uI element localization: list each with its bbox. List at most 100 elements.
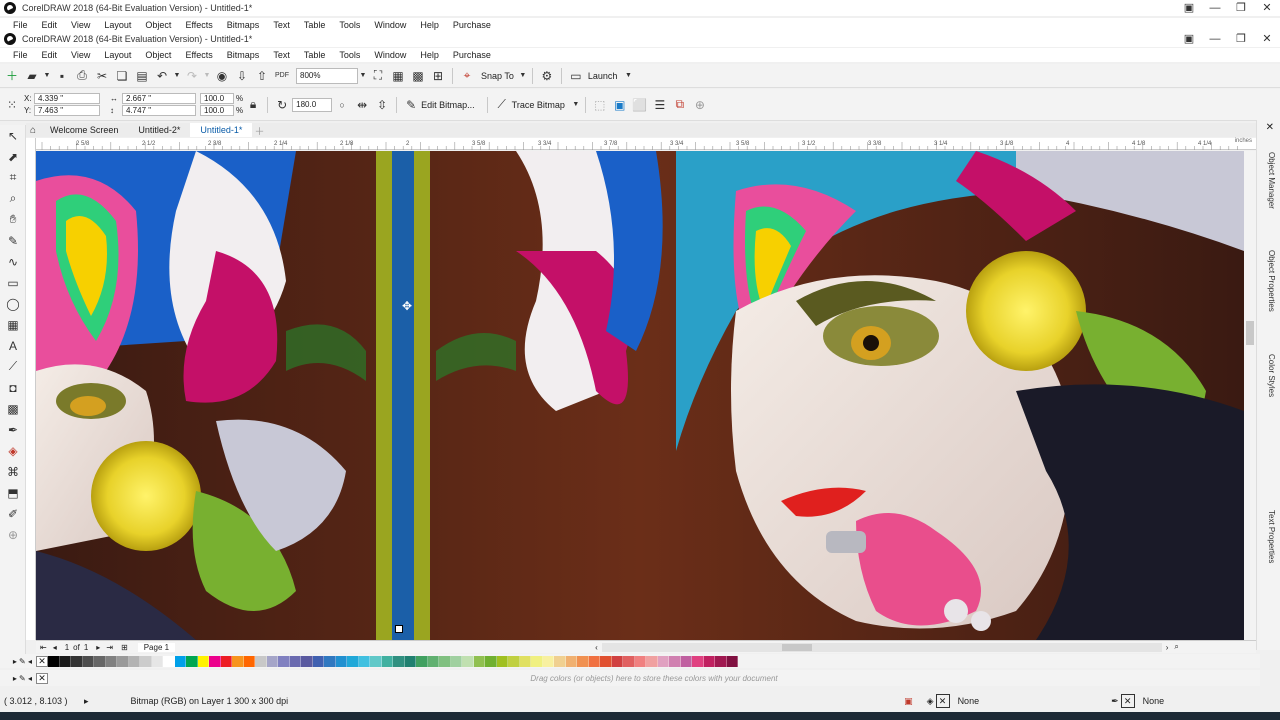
new-document-icon[interactable]: ＋ bbox=[2, 66, 22, 86]
copy-icon[interactable]: ❏ bbox=[112, 66, 132, 86]
text-tool-icon[interactable]: A bbox=[0, 335, 26, 356]
inner-menu-layout[interactable]: Layout bbox=[97, 50, 138, 60]
snap-to-button[interactable]: Snap To bbox=[481, 71, 514, 81]
wrap-text-icon[interactable]: ☰ bbox=[650, 95, 670, 115]
palette-scroll-icon[interactable]: ▸ ✎ ◂ bbox=[0, 657, 36, 666]
ellipse-tool-icon[interactable]: ◯ bbox=[0, 293, 26, 314]
inner-menu-view[interactable]: View bbox=[64, 50, 97, 60]
mirror-vertical-icon[interactable]: ⇳ bbox=[372, 95, 392, 115]
color-swatch[interactable] bbox=[588, 655, 600, 667]
color-swatch[interactable] bbox=[82, 655, 94, 667]
color-swatch[interactable] bbox=[416, 655, 428, 667]
redo-icon[interactable]: ↷ bbox=[182, 66, 202, 86]
color-swatch[interactable] bbox=[94, 655, 106, 667]
minimize-button[interactable]: — bbox=[1202, 0, 1228, 16]
page-tab[interactable]: Page 1 bbox=[137, 642, 176, 652]
mirror-horizontal-icon[interactable]: ⇹ bbox=[352, 95, 372, 115]
help-panel-icon[interactable]: ▣ bbox=[1176, 0, 1202, 16]
parallel-dimension-icon[interactable]: ⟋ bbox=[0, 356, 26, 377]
print-icon[interactable]: ⎙ bbox=[72, 66, 92, 86]
outer-menu-file[interactable]: File bbox=[6, 20, 35, 30]
color-swatch[interactable] bbox=[692, 655, 704, 667]
undo-icon[interactable]: ↶ bbox=[152, 66, 172, 86]
outer-menu-text[interactable]: Text bbox=[266, 20, 297, 30]
search-content-icon[interactable]: ◉ bbox=[212, 66, 232, 86]
inner-menu-purchase[interactable]: Purchase bbox=[446, 50, 498, 60]
color-swatch[interactable] bbox=[105, 655, 117, 667]
color-proof-icon[interactable]: ▣ bbox=[904, 696, 913, 707]
color-swatch[interactable] bbox=[611, 655, 623, 667]
outer-menu-purchase[interactable]: Purchase bbox=[446, 20, 498, 30]
x-position-field[interactable]: 4.339 " bbox=[34, 93, 100, 104]
rectangle-tool-icon[interactable]: ▭ bbox=[0, 272, 26, 293]
status-arrow-icon[interactable]: ▸ bbox=[84, 696, 89, 707]
color-swatch[interactable] bbox=[232, 655, 244, 667]
color-swatch[interactable] bbox=[324, 655, 336, 667]
add-page-icon[interactable]: ⊞ bbox=[121, 643, 128, 652]
outer-menu-edit[interactable]: Edit bbox=[35, 20, 65, 30]
no-color-swatch[interactable]: ✕ bbox=[36, 672, 48, 684]
inner-menu-edit[interactable]: Edit bbox=[35, 50, 65, 60]
save-icon[interactable]: ▪ bbox=[52, 66, 72, 86]
publish-pdf-icon[interactable]: PDF bbox=[272, 66, 292, 86]
edit-bitmap-button[interactable]: Edit Bitmap... bbox=[421, 100, 475, 110]
trace-bitmap-button[interactable]: Trace Bitmap bbox=[512, 100, 565, 110]
export-icon[interactable]: ⇧ bbox=[252, 66, 272, 86]
object-origin-icon[interactable]: ⁙ bbox=[2, 95, 22, 115]
close-docker-icon[interactable]: ✕ bbox=[1266, 122, 1274, 133]
options-gear-icon[interactable]: ⚙ bbox=[537, 66, 557, 86]
color-swatch[interactable] bbox=[600, 655, 612, 667]
restore-button[interactable]: ❐ bbox=[1228, 31, 1254, 47]
color-swatch[interactable] bbox=[404, 655, 416, 667]
add-tool-icon[interactable]: ⊕ bbox=[0, 524, 26, 545]
zoom-to-fit-icon[interactable]: ⌕ bbox=[1174, 642, 1178, 652]
color-swatch[interactable] bbox=[623, 655, 635, 667]
inner-menu-object[interactable]: Object bbox=[138, 50, 178, 60]
pan-tool-icon[interactable]: ✋︎ bbox=[0, 209, 26, 230]
show-grid-icon[interactable]: ▩ bbox=[408, 66, 428, 86]
color-swatch[interactable] bbox=[496, 655, 508, 667]
launch-icon[interactable]: ▭ bbox=[566, 66, 586, 86]
color-swatch[interactable] bbox=[243, 655, 255, 667]
inner-menu-table[interactable]: Table bbox=[297, 50, 333, 60]
eyedropper-icon[interactable]: ✒ bbox=[0, 419, 26, 440]
launch-button[interactable]: Launch bbox=[588, 71, 618, 81]
color-swatch[interactable] bbox=[657, 655, 669, 667]
rotation-angle-field[interactable]: 180.0 bbox=[292, 97, 333, 112]
color-swatch[interactable] bbox=[381, 655, 393, 667]
artistic-media-icon[interactable]: ∿ bbox=[0, 251, 26, 272]
color-swatch[interactable] bbox=[163, 655, 175, 667]
dock-tab-color-styles[interactable]: Color Styles bbox=[1267, 354, 1276, 397]
close-button[interactable]: ✕ bbox=[1254, 31, 1280, 47]
color-swatch[interactable] bbox=[473, 655, 485, 667]
inner-menu-file[interactable]: File bbox=[6, 50, 35, 60]
add-icon[interactable]: ⊕ bbox=[690, 95, 710, 115]
first-page-icon[interactable]: ⇤ bbox=[40, 643, 47, 652]
color-swatch[interactable] bbox=[485, 655, 497, 667]
color-swatch[interactable] bbox=[71, 655, 83, 667]
dropdown-icon[interactable]: ▼ bbox=[202, 66, 212, 86]
fill-none-swatch[interactable]: ✕ bbox=[935, 694, 950, 708]
dock-tab-text-properties[interactable]: Text Properties bbox=[1267, 510, 1276, 563]
color-swatch[interactable] bbox=[289, 655, 301, 667]
inner-menu-tools[interactable]: Tools bbox=[332, 50, 367, 60]
shape-tool-icon[interactable]: ⬈ bbox=[0, 146, 26, 167]
lock-ratio-icon[interactable]: 🔒︎ bbox=[243, 95, 263, 115]
color-swatch[interactable] bbox=[726, 655, 738, 667]
height-field[interactable]: 4.747 " bbox=[122, 105, 196, 116]
horizontal-ruler[interactable]: 2 5/8 2 1/2 2 3/8 2 1/4 2 1/8 2 3 5/8 3 3/4 3 7/… bbox=[36, 138, 1256, 150]
polygon-tool-icon[interactable]: ▦ bbox=[0, 314, 26, 335]
quick-customize-icon[interactable]: ⧉ bbox=[670, 95, 690, 115]
color-swatch[interactable] bbox=[220, 655, 232, 667]
color-swatch[interactable] bbox=[427, 655, 439, 667]
dropdown-icon[interactable]: ▼ bbox=[518, 66, 528, 86]
color-swatch[interactable] bbox=[393, 655, 405, 667]
color-swatch[interactable] bbox=[59, 655, 71, 667]
outer-menu-table[interactable]: Table bbox=[297, 20, 333, 30]
no-color-swatch[interactable]: ✕ bbox=[36, 655, 48, 667]
color-swatch[interactable] bbox=[301, 655, 313, 667]
transparency-icon[interactable]: ▩ bbox=[0, 398, 26, 419]
crop-tool-icon[interactable]: ⌗ bbox=[0, 167, 26, 188]
last-page-icon[interactable]: ⇥ bbox=[106, 643, 113, 652]
drop-shadow-icon[interactable]: ◘ bbox=[0, 377, 26, 398]
